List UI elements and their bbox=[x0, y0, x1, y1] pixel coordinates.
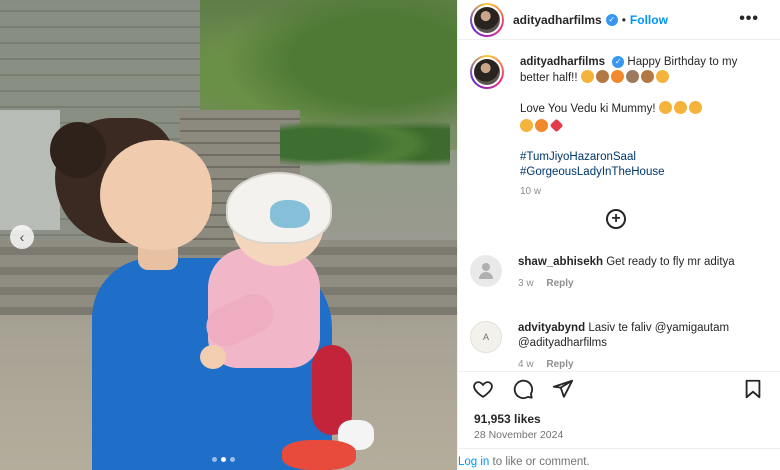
comment-username[interactable]: advityabynd bbox=[518, 322, 585, 334]
default-avatar-icon bbox=[478, 263, 494, 279]
hashtag-link[interactable]: #TumJiyoHazaronSaal bbox=[520, 150, 760, 165]
login-text: to like or comment. bbox=[489, 456, 590, 468]
caption-avatar-image bbox=[474, 59, 500, 85]
emoji-icon bbox=[580, 70, 594, 83]
share-icon[interactable] bbox=[552, 378, 574, 400]
comment-avatar[interactable] bbox=[470, 255, 502, 287]
comment-username[interactable]: shaw_abhisekh bbox=[518, 256, 603, 268]
add-comment-icon[interactable]: + bbox=[606, 209, 626, 229]
post-header: adityadharfilms ✓ • Follow ••• bbox=[458, 0, 780, 40]
photo-plants bbox=[280, 120, 450, 180]
emoji-icon bbox=[595, 70, 609, 83]
comment-avatar[interactable]: A bbox=[470, 321, 502, 353]
elephant-print bbox=[270, 200, 310, 228]
emoji-icon bbox=[535, 119, 548, 132]
author-username[interactable]: adityadharfilms bbox=[513, 13, 602, 27]
caption: adityadharfilms ✓ Happy Birthday to my b… bbox=[470, 55, 770, 199]
login-link[interactable]: Log in bbox=[458, 456, 489, 468]
carousel-dot bbox=[212, 457, 217, 462]
hashtag-link[interactable]: #GorgeousLadyInTheHouse bbox=[520, 165, 760, 180]
comment-item: shaw_abhisekh Get ready to fly mr aditya… bbox=[470, 255, 770, 291]
emoji-icon bbox=[520, 119, 533, 132]
comments-section[interactable]: adityadharfilms ✓ Happy Birthday to my b… bbox=[458, 41, 780, 371]
carousel-dot-active bbox=[221, 457, 226, 462]
comment-text: Get ready to fly mr aditya bbox=[606, 256, 735, 268]
reply-button[interactable]: Reply bbox=[546, 359, 573, 370]
caption-avatar[interactable] bbox=[470, 55, 504, 89]
brand-logo-icon: A bbox=[482, 332, 489, 342]
comment-time: 4 w bbox=[518, 359, 534, 370]
comment-icon[interactable] bbox=[512, 378, 534, 400]
woman-hair-bun bbox=[50, 122, 106, 178]
carousel-dots bbox=[212, 457, 235, 462]
emoji-group-3 bbox=[520, 118, 760, 135]
emoji-icon bbox=[655, 70, 669, 83]
emoji-icon bbox=[625, 70, 639, 83]
baby-hand bbox=[200, 345, 226, 369]
save-icon[interactable] bbox=[742, 378, 764, 400]
woman-face bbox=[100, 140, 212, 250]
comment-item: A advityabynd Lasiv te faliv @yamigautam… bbox=[470, 321, 770, 371]
comment-time: 3 w bbox=[518, 278, 534, 289]
emoji-icon bbox=[640, 70, 654, 83]
photo-wall-panel bbox=[0, 110, 60, 230]
login-prompt: Log in to like or comment. bbox=[458, 448, 780, 470]
heart-emoji-icon bbox=[549, 118, 564, 133]
author-avatar-image bbox=[474, 6, 500, 33]
caption-line2: Love You Vedu ki Mummy! bbox=[520, 103, 656, 115]
post-details-panel: adityadharfilms ✓ • Follow ••• adityadha… bbox=[457, 0, 780, 470]
follow-button[interactable]: Follow bbox=[630, 13, 668, 27]
carousel-prev-button[interactable]: ‹ bbox=[10, 225, 34, 249]
verified-icon: ✓ bbox=[605, 13, 618, 26]
like-count[interactable]: 91,953 likes bbox=[474, 412, 541, 426]
baby-flower-print bbox=[282, 440, 356, 470]
chevron-left-icon: ‹ bbox=[19, 229, 25, 245]
author-avatar[interactable] bbox=[470, 2, 504, 37]
emoji-icon bbox=[673, 101, 687, 114]
heart-icon[interactable] bbox=[472, 378, 494, 400]
more-icon[interactable]: ••• bbox=[739, 10, 759, 28]
emoji-group-2 bbox=[658, 101, 704, 115]
emoji-icon bbox=[688, 101, 702, 114]
emoji-icon bbox=[610, 70, 624, 83]
post-photo[interactable]: ‹ bbox=[0, 0, 457, 470]
caption-author[interactable]: adityadharfilms bbox=[520, 56, 605, 68]
reply-button[interactable]: Reply bbox=[546, 278, 573, 289]
header-separator: • bbox=[621, 12, 626, 27]
caption-time: 10 w bbox=[520, 186, 542, 197]
post-date: 28 November 2024 bbox=[474, 429, 564, 441]
emoji-group-1 bbox=[580, 70, 671, 84]
emoji-icon bbox=[658, 101, 672, 114]
carousel-dot bbox=[230, 457, 235, 462]
caption-text: adityadharfilms ✓ Happy Birthday to my b… bbox=[520, 55, 760, 199]
verified-icon: ✓ bbox=[612, 55, 625, 68]
action-bar: 91,953 likes 28 November 2024 Log in to … bbox=[458, 371, 780, 470]
